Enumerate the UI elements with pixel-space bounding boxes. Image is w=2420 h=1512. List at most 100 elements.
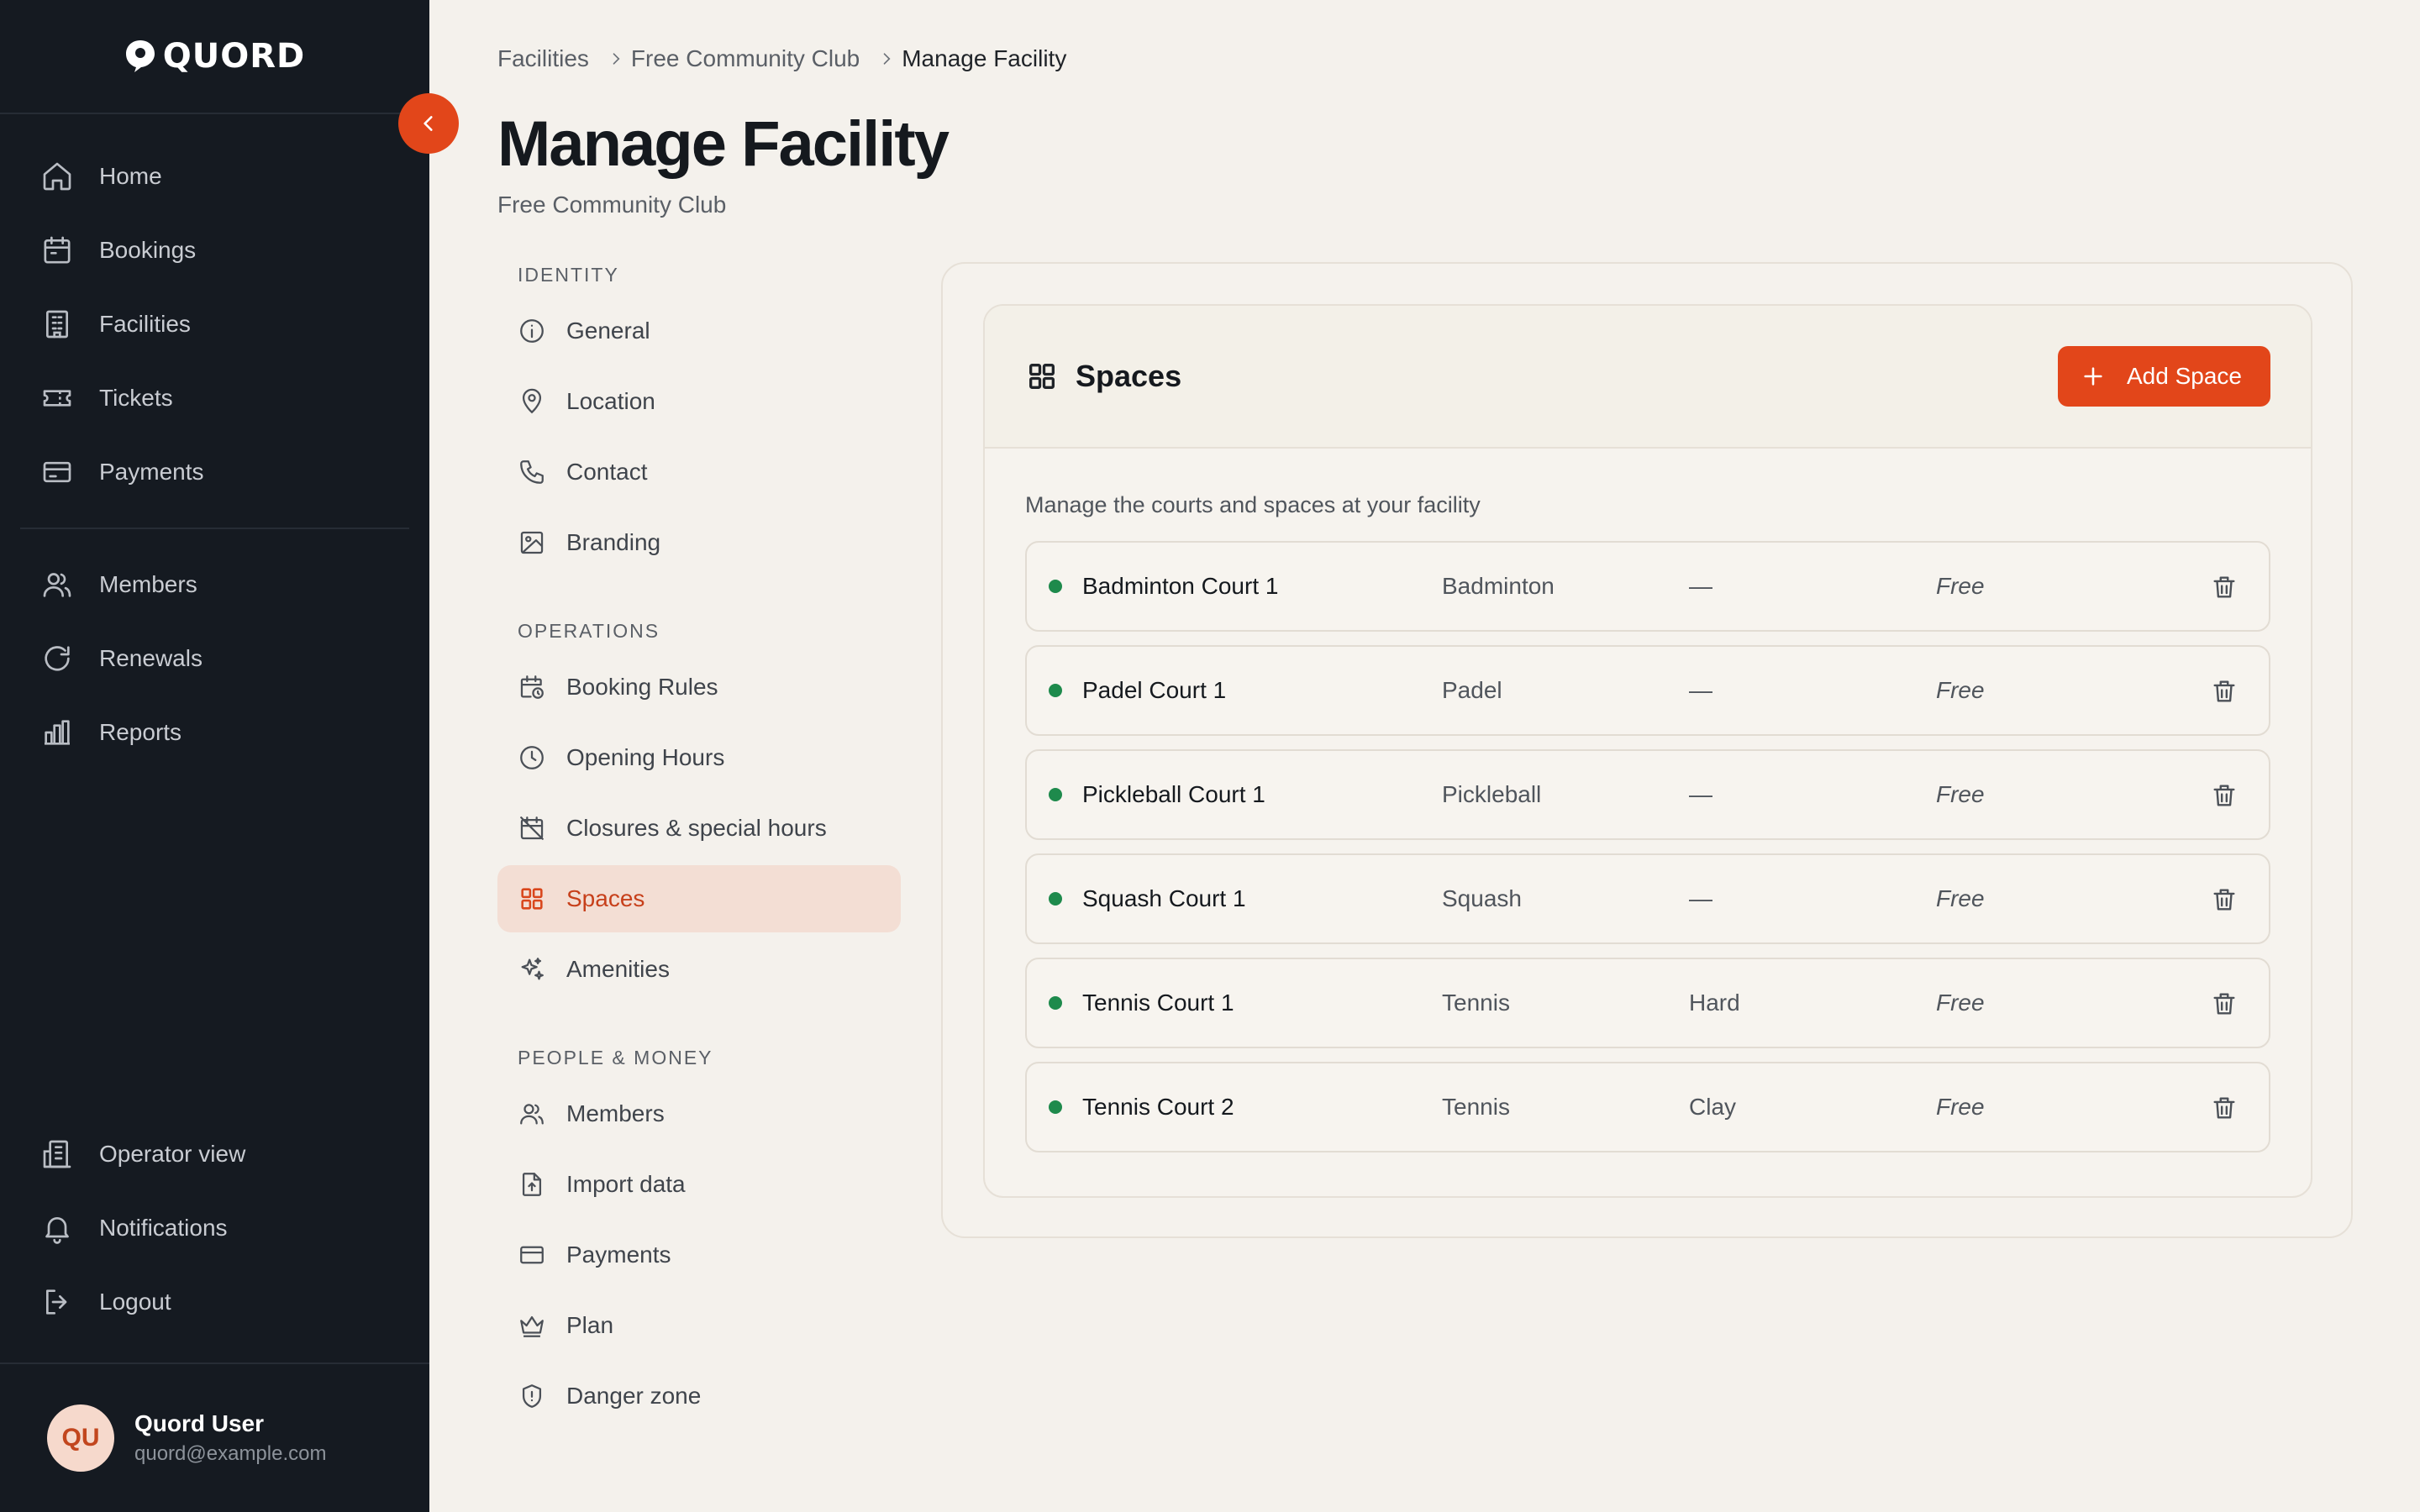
space-row[interactable]: Badminton Court 1 Badminton — Free — [1025, 541, 2270, 632]
sidebar-item-label: Bookings — [99, 237, 197, 263]
menu-item-general[interactable]: General — [497, 297, 901, 365]
sidebar-item-renewals[interactable]: Renewals — [20, 622, 409, 696]
sidebar-item-bookings[interactable]: Bookings — [20, 213, 409, 287]
building-icon — [43, 1140, 71, 1168]
quord-logo-icon — [125, 40, 155, 72]
collapse-sidebar-button[interactable] — [398, 93, 459, 154]
menu-item-payments[interactable]: Payments — [497, 1221, 901, 1289]
space-row[interactable]: Padel Court 1 Padel — Free — [1025, 645, 2270, 736]
sidebar-item-label: Logout — [99, 1289, 171, 1315]
status-dot — [1049, 580, 1062, 593]
menu-item-location[interactable]: Location — [497, 368, 901, 435]
bar-chart-icon — [45, 720, 70, 745]
image-icon — [520, 531, 544, 554]
menu-item-plan[interactable]: Plan — [497, 1292, 901, 1359]
menu-section-heading: OPERATIONS — [518, 619, 660, 642]
menu-item-label: Contact — [566, 459, 648, 485]
menu-item-label: Import data — [566, 1171, 686, 1197]
spaces-title: Spaces — [1076, 359, 1182, 393]
menu-item-label: Plan — [566, 1312, 614, 1338]
menu-item-import-data[interactable]: Import data — [497, 1151, 901, 1218]
spaces-description: Manage the courts and spaces at your fac… — [1025, 492, 1481, 517]
add-space-label: Add Space — [2127, 363, 2242, 389]
sidebar-item-label: Notifications — [99, 1215, 228, 1241]
space-sport: Padel — [1442, 677, 1502, 703]
card-icon — [43, 461, 71, 483]
trash-icon[interactable] — [2210, 885, 2238, 914]
sidebar-item-members[interactable]: Members — [20, 548, 409, 622]
sidebar-item-payments[interactable]: Payments — [20, 435, 409, 509]
chevron-right-icon — [613, 53, 620, 65]
space-price: Free — [1936, 677, 1985, 703]
chevron-left-icon — [424, 116, 433, 131]
space-surface: — — [1689, 885, 1712, 911]
sidebar-item-tickets[interactable]: Tickets — [20, 361, 409, 435]
space-sport: Squash — [1442, 885, 1522, 911]
menu-item-spaces[interactable]: Spaces — [497, 865, 901, 932]
sidebar-item-operator-view[interactable]: Operator view — [20, 1117, 409, 1191]
users-icon — [43, 573, 71, 597]
sidebar-item-notifications[interactable]: Notifications — [20, 1191, 409, 1265]
logout-icon — [46, 1289, 67, 1315]
space-price: Free — [1936, 990, 1985, 1016]
menu-item-amenities[interactable]: Amenities — [497, 936, 901, 1003]
spaces-panel: Spaces Add Space Manage the courts and s… — [941, 262, 2353, 1238]
phone-icon — [520, 460, 544, 484]
brand-logo[interactable]: QUORD — [0, 0, 429, 114]
trash-icon[interactable] — [2210, 1094, 2238, 1122]
menu-item-label: Branding — [566, 529, 661, 555]
breadcrumb-item-facilities[interactable]: Facilities — [497, 45, 589, 72]
sidebar-item-facilities[interactable]: Facilities — [20, 287, 409, 361]
user-email: quord@example.com — [134, 1442, 327, 1465]
space-row[interactable]: Squash Court 1 Squash — Free — [1025, 853, 2270, 944]
menu-item-label: Danger zone — [566, 1383, 702, 1409]
trash-icon[interactable] — [2210, 990, 2238, 1018]
space-sport: Badminton — [1442, 573, 1555, 599]
menu-item-label: Members — [566, 1100, 665, 1126]
menu-item-members[interactable]: Members — [497, 1080, 901, 1147]
calendar-clock-icon — [520, 675, 544, 699]
menu-item-contact[interactable]: Contact — [497, 438, 901, 506]
menu-item-booking-rules[interactable]: Booking Rules — [497, 654, 901, 721]
menu-item-opening-hours[interactable]: Opening Hours — [497, 724, 901, 791]
user-name: Quord User — [134, 1410, 265, 1436]
sidebar-item-label: Payments — [99, 459, 204, 485]
shield-alert-icon — [522, 1384, 542, 1408]
calendar-icon — [44, 236, 71, 264]
sidebar-nav-bottom: Operator view Notifications Logout — [20, 1117, 409, 1339]
sidebar-item-logout[interactable]: Logout — [20, 1265, 409, 1339]
sidebar-nav: Home Bookings Facilities Tickets Payment… — [20, 139, 409, 769]
space-name: Padel Court 1 — [1082, 677, 1227, 703]
add-space-button[interactable]: Add Space — [2058, 346, 2270, 407]
trash-icon[interactable] — [2210, 573, 2238, 601]
space-row[interactable]: Tennis Court 1 Tennis Hard Free — [1025, 958, 2270, 1048]
trash-icon[interactable] — [2210, 677, 2238, 706]
space-price: Free — [1936, 885, 1985, 911]
space-price: Free — [1936, 573, 1985, 599]
page-subtitle: Free Community Club — [497, 192, 727, 218]
menu-item-label: Opening Hours — [566, 744, 725, 770]
menu-item-branding[interactable]: Branding — [497, 509, 901, 576]
space-row[interactable]: Pickleball Court 1 Pickleball — Free — [1025, 749, 2270, 840]
space-surface: — — [1689, 677, 1712, 703]
space-surface: Clay — [1689, 1094, 1737, 1120]
sidebar-item-home[interactable]: Home — [20, 139, 409, 213]
info-icon — [520, 319, 544, 343]
status-dot — [1049, 1100, 1062, 1114]
space-name: Tennis Court 1 — [1082, 990, 1234, 1016]
space-row[interactable]: Tennis Court 2 Tennis Clay Free — [1025, 1062, 2270, 1152]
sparkles-icon — [521, 958, 544, 980]
plus-icon — [2084, 367, 2102, 386]
trash-icon[interactable] — [2210, 781, 2238, 810]
menu-item-closures[interactable]: Closures & special hours — [497, 795, 901, 862]
user-profile[interactable]: QU Quord User quord@example.com — [0, 1362, 429, 1512]
status-dot — [1049, 996, 1062, 1010]
sidebar-item-reports[interactable]: Reports — [20, 696, 409, 769]
space-surface: — — [1689, 573, 1712, 599]
refresh-icon — [45, 646, 70, 671]
brand-name: QUORD — [162, 37, 306, 76]
menu-item-danger-zone[interactable]: Danger zone — [497, 1362, 901, 1430]
space-price: Free — [1936, 781, 1985, 807]
space-sport: Tennis — [1442, 990, 1510, 1016]
breadcrumb-item-club[interactable]: Free Community Club — [631, 45, 860, 72]
